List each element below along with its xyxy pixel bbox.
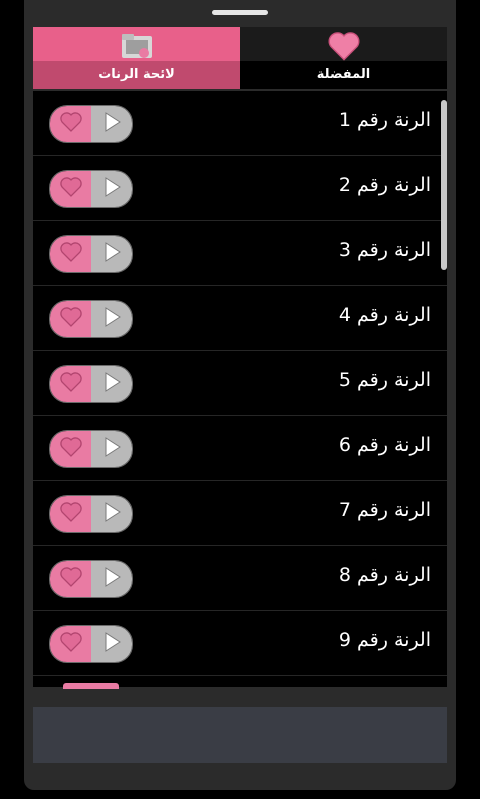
- list-item[interactable]: الرنة رقم 1: [33, 91, 447, 156]
- partial-row-peek: [63, 683, 119, 689]
- tab-favorites-label: المفضلة: [316, 67, 371, 82]
- play-icon: [101, 305, 123, 333]
- ringtone-title: الرنة رقم 3: [338, 239, 431, 261]
- play-icon: [101, 565, 123, 593]
- heart-icon: [327, 31, 361, 65]
- heart-icon: [59, 111, 83, 137]
- ringtone-title: الرنة رقم 2: [338, 174, 431, 196]
- play-button[interactable]: [91, 366, 132, 402]
- row-controls: [49, 495, 133, 533]
- heart-icon: [59, 566, 83, 592]
- tab-bar: لائحة الرنات المفضلة: [33, 27, 447, 89]
- list-item[interactable]: الرنة رقم 9: [33, 611, 447, 676]
- row-controls: [49, 560, 133, 598]
- favorite-button[interactable]: [50, 561, 91, 597]
- favorite-button[interactable]: [50, 171, 91, 207]
- favorite-button[interactable]: [50, 626, 91, 662]
- favorite-button[interactable]: [50, 496, 91, 532]
- row-controls: [49, 105, 133, 143]
- play-button[interactable]: [91, 431, 132, 467]
- heart-icon: [59, 176, 83, 202]
- play-button[interactable]: [91, 626, 132, 662]
- heart-icon: [59, 501, 83, 527]
- list-item[interactable]: الرنة رقم 2: [33, 156, 447, 221]
- ad-banner-area: [33, 707, 447, 763]
- favorite-button[interactable]: [50, 106, 91, 142]
- favorite-button[interactable]: [50, 366, 91, 402]
- row-controls: [49, 235, 133, 273]
- ringtone-title: الرنة رقم 9: [338, 629, 431, 651]
- ringtone-title: الرنة رقم 8: [338, 564, 431, 586]
- tab-favorites[interactable]: المفضلة: [240, 27, 447, 89]
- heart-icon: [59, 241, 83, 267]
- ringtone-title: الرنة رقم 6: [338, 434, 431, 456]
- play-button[interactable]: [91, 106, 132, 142]
- tab-playlist-label: لائحة الرنات: [98, 67, 175, 82]
- ringtone-title: الرنة رقم 4: [338, 304, 431, 326]
- ringtone-title: الرنة رقم 5: [338, 369, 431, 391]
- heart-icon: [59, 631, 83, 657]
- ringtone-title: الرنة رقم 7: [338, 499, 431, 521]
- play-button[interactable]: [91, 171, 132, 207]
- play-button[interactable]: [91, 496, 132, 532]
- favorite-button[interactable]: [50, 236, 91, 272]
- play-icon: [101, 240, 123, 268]
- list-item[interactable]: الرنة رقم 7: [33, 481, 447, 546]
- row-controls: [49, 430, 133, 468]
- heart-icon: [59, 306, 83, 332]
- ringtone-list[interactable]: الرنة رقم 1 الرنة رقم 2 الرنة رقم 3 الرنة ر…: [33, 91, 447, 687]
- play-icon: [101, 175, 123, 203]
- row-controls: [49, 365, 133, 403]
- play-button[interactable]: [91, 561, 132, 597]
- row-controls: [49, 170, 133, 208]
- row-controls: [49, 300, 133, 338]
- list-item[interactable]: الرنة رقم 8: [33, 546, 447, 611]
- list-item[interactable]: الرنة رقم 3: [33, 221, 447, 286]
- folder-icon: [120, 31, 154, 65]
- list-item[interactable]: الرنة رقم 4: [33, 286, 447, 351]
- play-icon: [101, 500, 123, 528]
- drag-handle[interactable]: [212, 10, 268, 15]
- ringtone-title: الرنة رقم 1: [338, 109, 431, 131]
- heart-icon: [59, 436, 83, 462]
- play-icon: [101, 110, 123, 138]
- heart-icon: [59, 371, 83, 397]
- row-controls: [49, 625, 133, 663]
- play-button[interactable]: [91, 236, 132, 272]
- favorite-button[interactable]: [50, 431, 91, 467]
- favorite-button[interactable]: [50, 301, 91, 337]
- list-item[interactable]: الرنة رقم 5: [33, 351, 447, 416]
- tab-playlist[interactable]: لائحة الرنات: [33, 27, 240, 89]
- play-icon: [101, 630, 123, 658]
- play-button[interactable]: [91, 301, 132, 337]
- play-icon: [101, 435, 123, 463]
- list-item[interactable]: الرنة رقم 6: [33, 416, 447, 481]
- scrollbar-thumb[interactable]: [441, 100, 447, 270]
- play-icon: [101, 370, 123, 398]
